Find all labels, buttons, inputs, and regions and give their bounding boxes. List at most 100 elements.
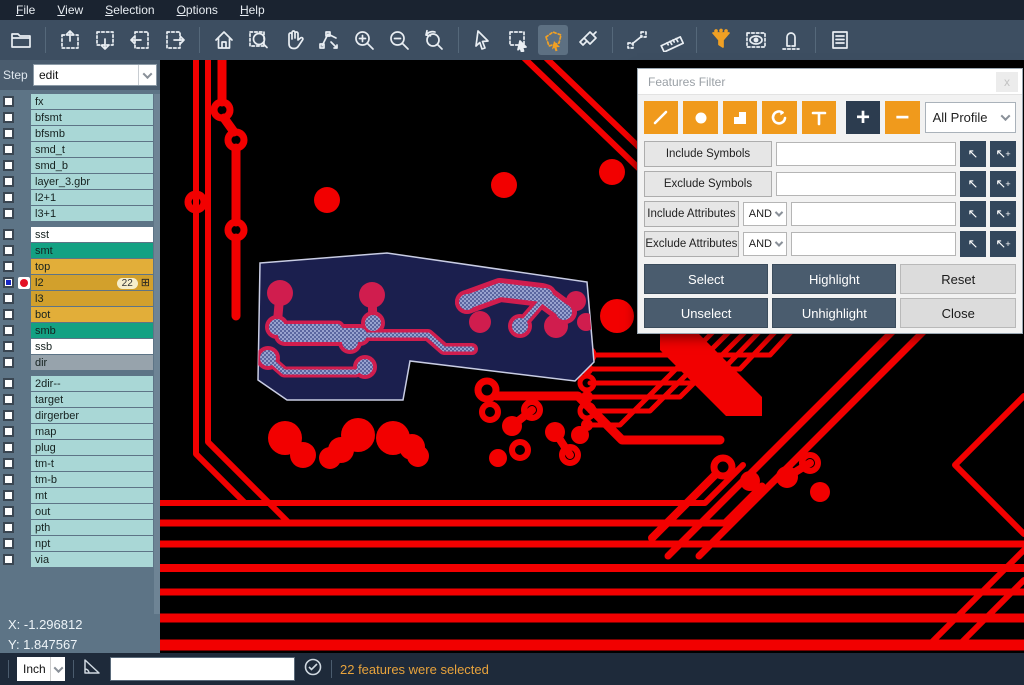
pan-down-icon[interactable] [90, 25, 120, 55]
reset-button[interactable]: Reset [900, 264, 1016, 294]
layer-visibility-checkbox[interactable] [3, 394, 14, 405]
layer-row-ssb[interactable]: ssb [0, 339, 160, 354]
layer-row-via[interactable]: via [0, 552, 160, 567]
command-input[interactable] [110, 657, 295, 681]
surface-feature-icon[interactable] [723, 101, 757, 134]
layer-row-map[interactable]: map [0, 424, 160, 439]
layer-visibility-checkbox[interactable] [3, 442, 14, 453]
layer-row-sst[interactable]: sst [0, 227, 160, 242]
layer-visibility-checkbox[interactable] [3, 378, 14, 389]
layer-visibility-checkbox[interactable] [3, 522, 14, 533]
exclude-attributes-pick-add-button[interactable]: ↖+ [990, 231, 1016, 257]
layer-visibility-checkbox[interactable] [3, 176, 14, 187]
select-cursor-icon[interactable] [468, 25, 498, 55]
layer-row-bfsmt[interactable]: bfsmt [0, 110, 160, 125]
pad-feature-icon[interactable] [683, 101, 717, 134]
layer-visibility-checkbox[interactable] [3, 208, 14, 219]
arc-feature-icon[interactable] [762, 101, 796, 134]
snap-icon[interactable] [776, 25, 806, 55]
layer-visibility-checkbox[interactable] [3, 245, 14, 256]
include-attributes-pick-add-button[interactable]: ↖+ [990, 201, 1016, 227]
exclude-attributes-input[interactable] [791, 232, 956, 256]
layer-row-smd_t[interactable]: smd_t [0, 142, 160, 157]
exclude-symbols-input[interactable] [776, 172, 956, 196]
profile-select[interactable]: All Profile [925, 102, 1016, 133]
layer-visibility-checkbox[interactable] [3, 458, 14, 469]
add-mode-button[interactable]: + [846, 101, 880, 134]
layer-row-dirgerber[interactable]: dirgerber [0, 408, 160, 423]
layer-visibility-checkbox[interactable] [3, 538, 14, 549]
layer-visibility-checkbox[interactable] [3, 474, 14, 485]
step-select[interactable]: edit [33, 64, 157, 86]
layer-visibility-checkbox[interactable] [3, 490, 14, 501]
zoom-previous-icon[interactable] [419, 25, 449, 55]
layer-row-l3+1[interactable]: l3+1 [0, 206, 160, 221]
layer-list-scrollbar[interactable] [154, 94, 160, 614]
dialog-title-bar[interactable]: Features Filter x [638, 69, 1022, 95]
zoom-out-icon[interactable] [384, 25, 414, 55]
layer-row-out[interactable]: out [0, 504, 160, 519]
measure-line-icon[interactable] [622, 25, 652, 55]
layer-visibility-checkbox[interactable] [3, 506, 14, 517]
exclude-symbols-pick-add-button[interactable]: ↖+ [990, 171, 1016, 197]
remove-mode-button[interactable]: − [885, 101, 919, 134]
menu-help[interactable]: Help [230, 1, 275, 19]
layer-grid-icon[interactable]: ⊞ [141, 278, 150, 289]
exclude-symbols-pick-button[interactable]: ↖ [960, 171, 986, 197]
layer-visibility-checkbox[interactable] [3, 293, 14, 304]
layer-visibility-checkbox[interactable] [3, 309, 14, 320]
layer-visibility-checkbox[interactable] [3, 128, 14, 139]
view-options-icon[interactable] [741, 25, 771, 55]
layer-visibility-checkbox[interactable] [3, 554, 14, 565]
layer-row-smt[interactable]: smt [0, 243, 160, 258]
refresh-icon[interactable] [303, 657, 323, 682]
layer-visibility-checkbox[interactable] [3, 325, 14, 336]
filter-icon[interactable] [706, 25, 736, 55]
exclude-attributes-pick-button[interactable]: ↖ [960, 231, 986, 257]
layer-row-bot[interactable]: bot [0, 307, 160, 322]
pan-hand-icon[interactable] [279, 25, 309, 55]
layer-row-layer_3.gbr[interactable]: layer_3.gbr [0, 174, 160, 189]
layer-visibility-checkbox[interactable] [3, 341, 14, 352]
line-feature-icon[interactable] [644, 101, 678, 134]
layer-visibility-checkbox[interactable] [3, 192, 14, 203]
layer-row-tm-b[interactable]: tm-b [0, 472, 160, 487]
chevron-down-icon[interactable] [995, 103, 1015, 132]
layer-row-tm-t[interactable]: tm-t [0, 456, 160, 471]
layer-row-plug[interactable]: plug [0, 440, 160, 455]
layer-visibility-checkbox[interactable] [3, 357, 14, 368]
layer-row-smd_b[interactable]: smd_b [0, 158, 160, 173]
highlight-button[interactable]: Highlight [772, 264, 896, 294]
text-feature-icon[interactable] [802, 101, 836, 134]
exclude-attributes-button[interactable]: Exclude Attributes [644, 231, 739, 257]
unhighlight-button[interactable]: Unhighlight [772, 298, 896, 328]
layer-visibility-checkbox[interactable] [3, 229, 14, 240]
unit-select[interactable]: Inch [17, 657, 65, 681]
zoom-in-icon[interactable] [349, 25, 379, 55]
include-symbols-input[interactable] [776, 142, 956, 166]
layer-row-l3[interactable]: l3 [0, 291, 160, 306]
layer-row-mt[interactable]: mt [0, 488, 160, 503]
layer-visibility-checkbox[interactable] [3, 261, 14, 272]
layer-row-dir[interactable]: dir [0, 355, 160, 370]
layer-visibility-checkbox[interactable] [3, 144, 14, 155]
layer-row-smb[interactable]: smb [0, 323, 160, 338]
select-polygon-icon[interactable] [538, 25, 568, 55]
chevron-down-icon[interactable] [138, 65, 156, 85]
layer-visibility-checkbox[interactable] [3, 410, 14, 421]
include-symbols-pick-add-button[interactable]: ↖+ [990, 141, 1016, 167]
layer-row-target[interactable]: target [0, 392, 160, 407]
layer-row-l2+1[interactable]: l2+1 [0, 190, 160, 205]
zoom-area-icon[interactable] [244, 25, 274, 55]
layer-row-2dir--[interactable]: 2dir-- [0, 376, 160, 391]
include-symbols-pick-button[interactable]: ↖ [960, 141, 986, 167]
layer-form-icon[interactable] [825, 25, 855, 55]
select-rect-icon[interactable] [503, 25, 533, 55]
pan-up-icon[interactable] [55, 25, 85, 55]
active-layer-indicator[interactable] [16, 277, 31, 289]
ruler-icon[interactable] [657, 25, 687, 55]
include-symbols-button[interactable]: Include Symbols [644, 141, 772, 167]
include-attributes-button[interactable]: Include Attributes [644, 201, 739, 227]
layer-row-l2[interactable]: l222⊞ [0, 275, 160, 290]
layer-visibility-checkbox[interactable] [3, 426, 14, 437]
